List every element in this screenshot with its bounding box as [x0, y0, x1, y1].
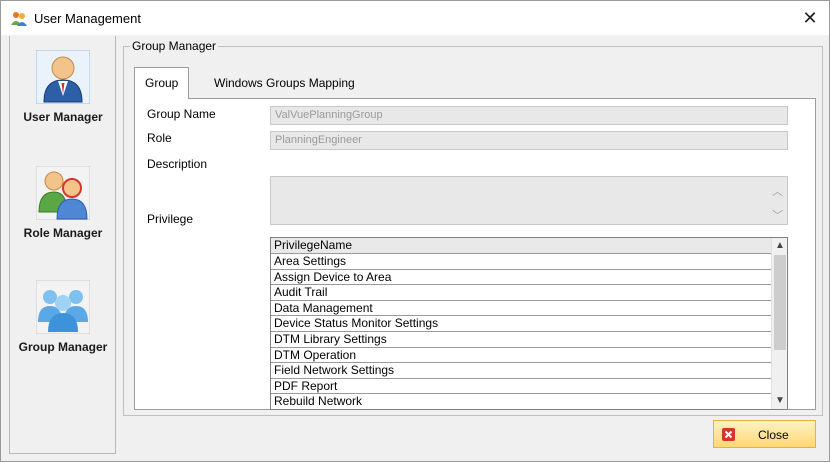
- close-button-label: Close: [758, 428, 789, 442]
- group-name-field[interactable]: ValVuePlanningGroup: [270, 106, 788, 125]
- table-row[interactable]: Audit Trail: [271, 285, 771, 301]
- scroll-up-icon[interactable]: ︿: [772, 183, 783, 199]
- description-label: Description: [147, 157, 208, 171]
- table-row[interactable]: Field Network Settings: [271, 363, 771, 379]
- role-label: Role: [147, 131, 172, 145]
- chevron-down-icon[interactable]: ▼: [772, 393, 787, 409]
- table-row[interactable]: Rebuild Network: [271, 394, 771, 409]
- role-field[interactable]: PlanningEngineer: [270, 131, 788, 150]
- group-manager-icon: [35, 279, 91, 335]
- grid-vertical-scrollbar[interactable]: ▲ ▼: [771, 238, 787, 409]
- sidebar-item-label: Group Manager: [18, 340, 108, 354]
- sidebar-item-user-manager[interactable]: User Manager: [10, 49, 116, 124]
- privilege-label: Privilege: [147, 212, 194, 226]
- groupbox-title: Group Manager: [130, 39, 219, 53]
- sidebar-item-label: User Manager: [23, 110, 103, 124]
- grid-column-header[interactable]: PrivilegeName: [271, 238, 771, 254]
- table-row[interactable]: Device Status Monitor Settings: [271, 316, 771, 332]
- grid-rows: Area Settings Assign Device to Area Audi…: [271, 254, 771, 409]
- window-title: User Management: [34, 11, 141, 26]
- close-button[interactable]: Close: [713, 420, 816, 448]
- role-manager-icon: [35, 165, 91, 221]
- window-close-icon[interactable]: ✕: [797, 5, 823, 31]
- table-row[interactable]: Assign Device to Area: [271, 270, 771, 286]
- tab-strip: Group Windows Groups Mapping: [134, 67, 816, 99]
- tab-windows-groups-mapping[interactable]: Windows Groups Mapping: [204, 71, 365, 97]
- sidebar: User Manager Role Manager Group Manager: [9, 36, 116, 454]
- table-row[interactable]: DTM Library Settings: [271, 332, 771, 348]
- main-panel: Group Manager Group Windows Groups Mappi…: [117, 36, 828, 454]
- group-tab-panel: Group Name ValVuePlanningGroup Role Plan…: [134, 98, 816, 410]
- description-field[interactable]: ︿ ﹀: [270, 176, 788, 225]
- close-icon: [722, 428, 735, 441]
- user-management-window: User Management ✕ User Manager Role Mana…: [0, 0, 830, 462]
- chevron-up-icon[interactable]: ▲: [772, 238, 787, 254]
- scroll-down-icon[interactable]: ﹀: [772, 207, 783, 223]
- table-row[interactable]: Area Settings: [271, 254, 771, 270]
- user-manager-icon: [35, 49, 91, 105]
- scrollbar-thumb[interactable]: [774, 255, 786, 350]
- table-row[interactable]: DTM Operation: [271, 348, 771, 364]
- table-row[interactable]: PDF Report: [271, 379, 771, 395]
- sidebar-item-role-manager[interactable]: Role Manager: [10, 165, 116, 240]
- sidebar-item-group-manager[interactable]: Group Manager: [10, 279, 116, 354]
- group-manager-groupbox: Group Manager Group Windows Groups Mappi…: [123, 39, 823, 416]
- privilege-grid[interactable]: PrivilegeName Area Settings Assign Devic…: [270, 237, 788, 410]
- tab-group[interactable]: Group: [134, 67, 190, 99]
- sidebar-item-label: Role Manager: [23, 226, 103, 240]
- users-app-icon: [11, 10, 27, 26]
- title-bar: User Management ✕: [1, 1, 829, 35]
- group-name-label: Group Name: [147, 107, 216, 121]
- table-row[interactable]: Data Management: [271, 301, 771, 317]
